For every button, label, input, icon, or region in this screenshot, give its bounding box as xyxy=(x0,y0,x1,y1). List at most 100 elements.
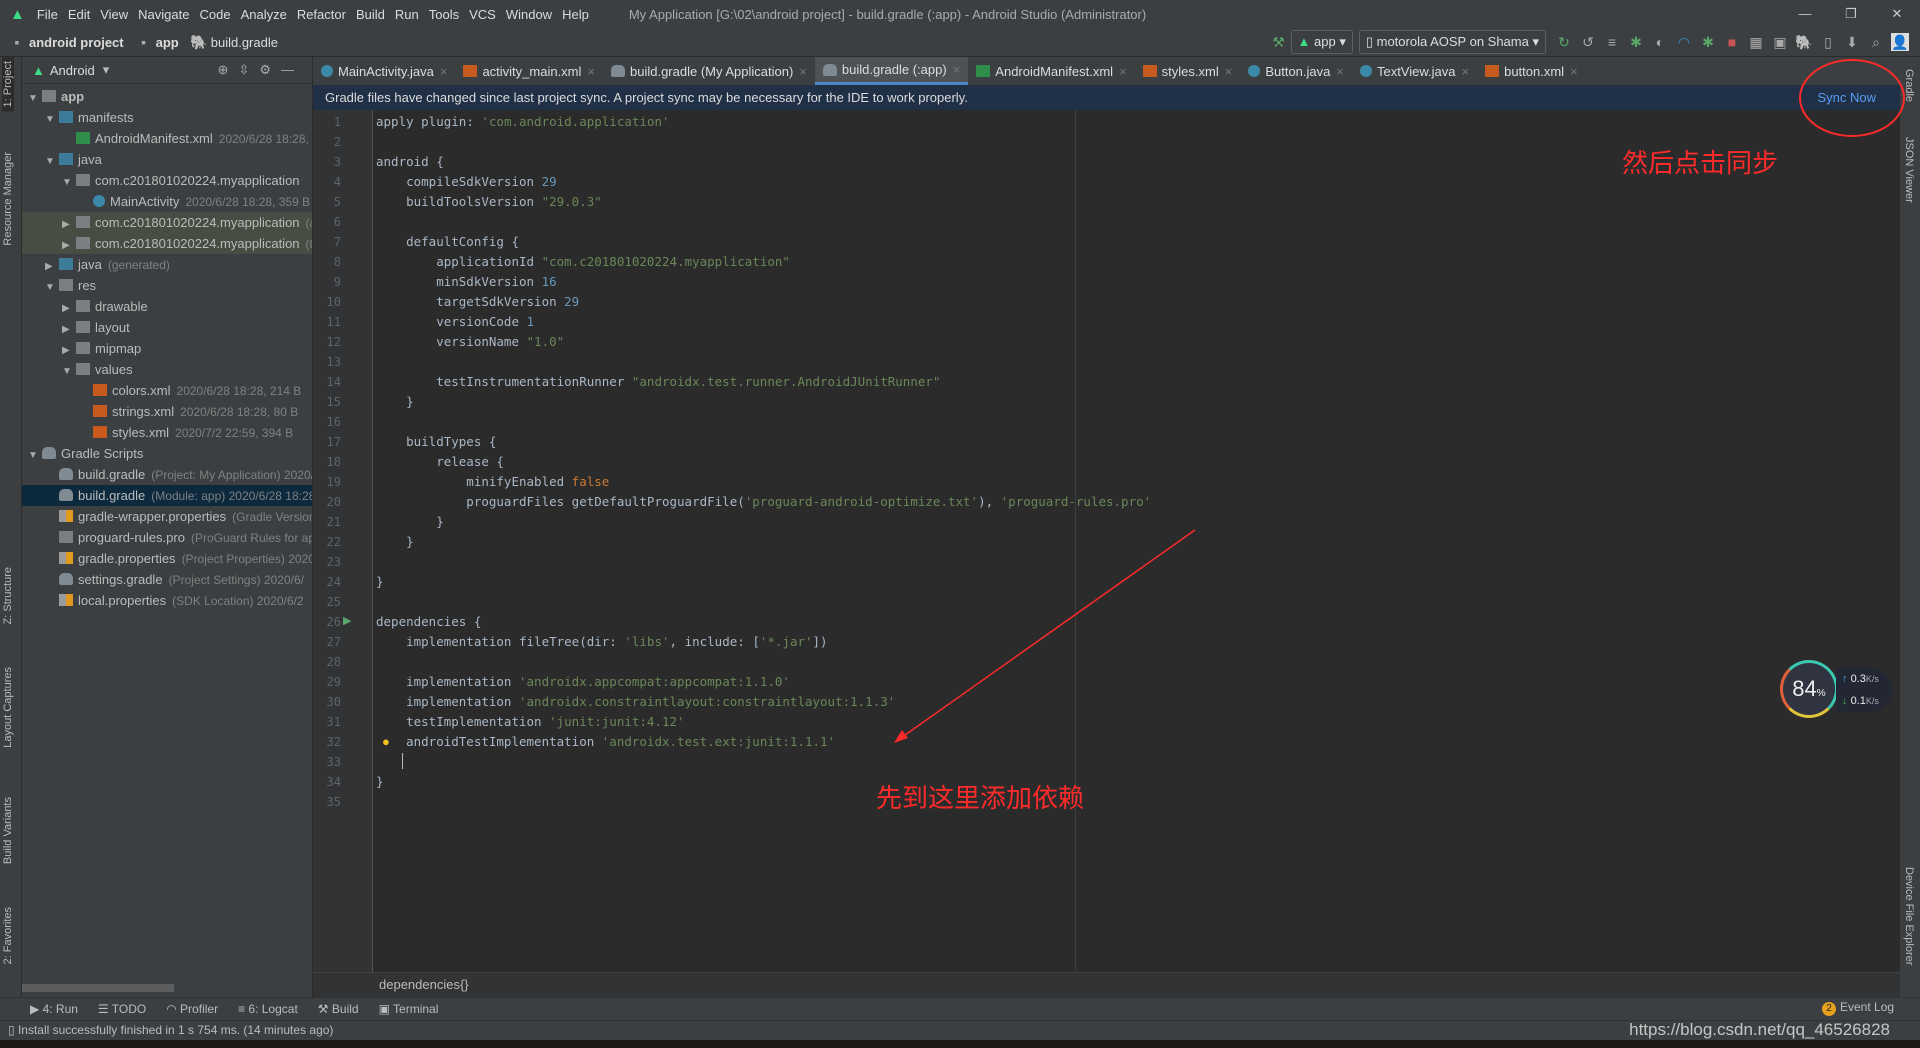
close-tab-icon[interactable]: × xyxy=(799,64,807,79)
tool-tab-json-viewer[interactable]: JSON Viewer xyxy=(1903,137,1915,203)
tab-androidmanifest-xml[interactable]: AndroidManifest.xml × xyxy=(968,57,1134,85)
horizontal-scrollbar[interactable] xyxy=(22,984,174,992)
editor-breadcrumb[interactable]: dependencies{} xyxy=(313,972,1900,997)
close-tab-icon[interactable]: × xyxy=(953,62,961,77)
tab-build-gradle-app-[interactable]: build.gradle (:app) × xyxy=(814,57,969,85)
collapse-all-icon[interactable]: ⇳ xyxy=(238,62,259,77)
make-project-icon[interactable]: ⚒ xyxy=(1270,33,1288,51)
account-icon[interactable]: 👤 xyxy=(1891,33,1909,51)
tool-tab-build-variants[interactable]: Build Variants xyxy=(2,797,14,864)
tab-button-java[interactable]: Button.java × xyxy=(1240,57,1352,85)
tree-item[interactable]: strings.xml 2020/6/28 18:28, 80 B xyxy=(22,401,312,422)
bottom-tab-2[interactable]: ◠ Profiler xyxy=(166,1002,218,1016)
gear-icon[interactable]: ⚙ xyxy=(259,62,281,77)
breadcrumb-project[interactable]: android project xyxy=(29,35,124,50)
tool-tab-project[interactable]: 1: Project xyxy=(2,57,14,112)
close-tab-icon[interactable]: × xyxy=(1119,64,1127,79)
device-select[interactable]: ▯ motorola AOSP on Shama ▾ xyxy=(1358,30,1546,54)
tree-item[interactable]: local.properties (SDK Location) 2020/6/2 xyxy=(22,590,312,611)
close-tab-icon[interactable]: × xyxy=(587,64,595,79)
menu-refactor[interactable]: Refactor xyxy=(297,7,346,22)
maximize-button[interactable]: ❐ xyxy=(1828,6,1874,22)
tool-tab-favorites[interactable]: 2: Favorites xyxy=(2,907,14,964)
tree-item[interactable]: ▼ com.c201801020224.myapplication xyxy=(22,170,312,191)
tree-item[interactable]: ▶ com.c201801020224.myapplication (android… xyxy=(22,212,312,233)
search-icon[interactable]: ⌕ xyxy=(1867,33,1885,51)
project-view-select[interactable]: Android xyxy=(50,63,95,78)
tree-item[interactable]: ▼ app xyxy=(22,86,312,107)
tree-item[interactable]: ▶ com.c201801020224.myapplication (test) xyxy=(22,233,312,254)
tree-item[interactable]: ▼ res xyxy=(22,275,312,296)
menu-vcs[interactable]: VCS xyxy=(469,7,496,22)
lightbulb-icon[interactable]: ● xyxy=(382,734,390,749)
bottom-tab-1[interactable]: ☰ TODO xyxy=(98,1002,146,1016)
event-log-button[interactable]: 2 Event Log xyxy=(1822,1000,1894,1016)
tab-button-xml[interactable]: button.xml × xyxy=(1477,57,1586,85)
apply-code-changes-icon[interactable]: ↺ xyxy=(1579,33,1597,51)
tree-item[interactable]: proguard-rules.pro (ProGuard Rules for ap… xyxy=(22,527,312,548)
menu-help[interactable]: Help xyxy=(562,7,589,22)
menu-view[interactable]: View xyxy=(100,7,128,22)
menu-run[interactable]: Run xyxy=(395,7,419,22)
bottom-tab-5[interactable]: ▣ Terminal xyxy=(379,1002,439,1016)
tree-item[interactable]: gradle.properties (Project Properties) 20… xyxy=(22,548,312,569)
project-structure-icon[interactable]: ▦ xyxy=(1747,33,1765,51)
locate-icon[interactable]: ⊕ xyxy=(218,62,239,77)
hide-icon[interactable]: — xyxy=(281,62,304,77)
menu-file[interactable]: File xyxy=(37,7,58,22)
close-tab-icon[interactable]: × xyxy=(1462,64,1470,79)
tree-item[interactable]: colors.xml 2020/6/28 18:28, 214 B xyxy=(22,380,312,401)
menu-analyze[interactable]: Analyze xyxy=(241,7,287,22)
sync-now-link[interactable]: Sync Now xyxy=(1817,90,1876,105)
menu-navigate[interactable]: Navigate xyxy=(138,7,189,22)
device-manager-icon[interactable]: ⬇ xyxy=(1843,33,1861,51)
tab-textview-java[interactable]: TextView.java × xyxy=(1352,57,1477,85)
close-tab-icon[interactable]: × xyxy=(1336,64,1344,79)
tree-item[interactable]: ▼ java xyxy=(22,149,312,170)
tab-styles-xml[interactable]: styles.xml × xyxy=(1135,57,1241,85)
profile-icon[interactable]: ◠ xyxy=(1675,33,1693,51)
menu-code[interactable]: Code xyxy=(199,7,230,22)
menu-window[interactable]: Window xyxy=(506,7,552,22)
tree-item[interactable]: gradle-wrapper.properties (Gradle Version… xyxy=(22,506,312,527)
status-toggle-icon[interactable]: ▯ xyxy=(8,1023,18,1037)
sdk-manager-icon[interactable]: ▯ xyxy=(1819,33,1837,51)
menu-edit[interactable]: Edit xyxy=(68,7,90,22)
tree-item[interactable]: AndroidManifest.xml 2020/6/28 18:28, xyxy=(22,128,312,149)
bottom-tab-3[interactable]: ≡ 6: Logcat xyxy=(238,1002,298,1016)
tab-activity-main-xml[interactable]: activity_main.xml × xyxy=(455,57,603,85)
close-tab-icon[interactable]: × xyxy=(1225,64,1233,79)
tree-item[interactable]: ▶ mipmap xyxy=(22,338,312,359)
close-tab-icon[interactable]: × xyxy=(440,64,448,79)
bottom-tab-0[interactable]: ▶ 4: Run xyxy=(30,1002,78,1016)
bottom-tab-4[interactable]: ⚒ Build xyxy=(318,1002,359,1016)
attach-debugger-icon[interactable]: ✱ xyxy=(1699,33,1717,51)
menu-tools[interactable]: Tools xyxy=(429,7,459,22)
stop-icon[interactable]: ■ xyxy=(1723,33,1741,51)
tree-item[interactable]: MainActivity 2020/6/28 18:28, 359 B xyxy=(22,191,312,212)
attach-icon[interactable]: ◐ xyxy=(1651,33,1669,51)
tab-build-gradle-my-application-[interactable]: build.gradle (My Application) × xyxy=(603,57,815,85)
avd-manager-icon[interactable]: ▣ xyxy=(1771,33,1789,51)
tree-item[interactable]: build.gradle (Project: My Application) 20… xyxy=(22,464,312,485)
close-tab-icon[interactable]: × xyxy=(1570,64,1578,79)
run-gutter-icon[interactable]: ▶ xyxy=(343,614,351,627)
minimize-button[interactable]: — xyxy=(1782,6,1828,22)
close-button[interactable]: ✕ xyxy=(1874,6,1920,22)
tree-item[interactable]: ▶ layout xyxy=(22,317,312,338)
sync-gradle-icon[interactable]: 🐘 xyxy=(1795,33,1813,51)
tree-item[interactable]: styles.xml 2020/7/2 22:59, 394 B xyxy=(22,422,312,443)
tool-tab-gradle[interactable]: Gradle xyxy=(1903,69,1915,102)
tool-tab-layout-captures[interactable]: Layout Captures xyxy=(2,667,14,748)
tool-tab-resource-manager[interactable]: Resource Manager xyxy=(2,152,14,246)
tab-mainactivity-java[interactable]: MainActivity.java × xyxy=(313,57,455,85)
tool-tab-device-file-explorer[interactable]: Device File Explorer xyxy=(1903,867,1915,965)
tree-item[interactable]: ▼ values xyxy=(22,359,312,380)
logcat-icon[interactable]: ≡ xyxy=(1603,33,1621,51)
breadcrumb-module[interactable]: app xyxy=(156,35,179,50)
menu-build[interactable]: Build xyxy=(356,7,385,22)
run-config-select[interactable]: ▲ app ▾ xyxy=(1290,30,1353,54)
tree-item[interactable]: settings.gradle (Project Settings) 2020/6… xyxy=(22,569,312,590)
tree-item[interactable]: ▼ manifests xyxy=(22,107,312,128)
breadcrumb-file[interactable]: build.gradle xyxy=(211,35,278,50)
